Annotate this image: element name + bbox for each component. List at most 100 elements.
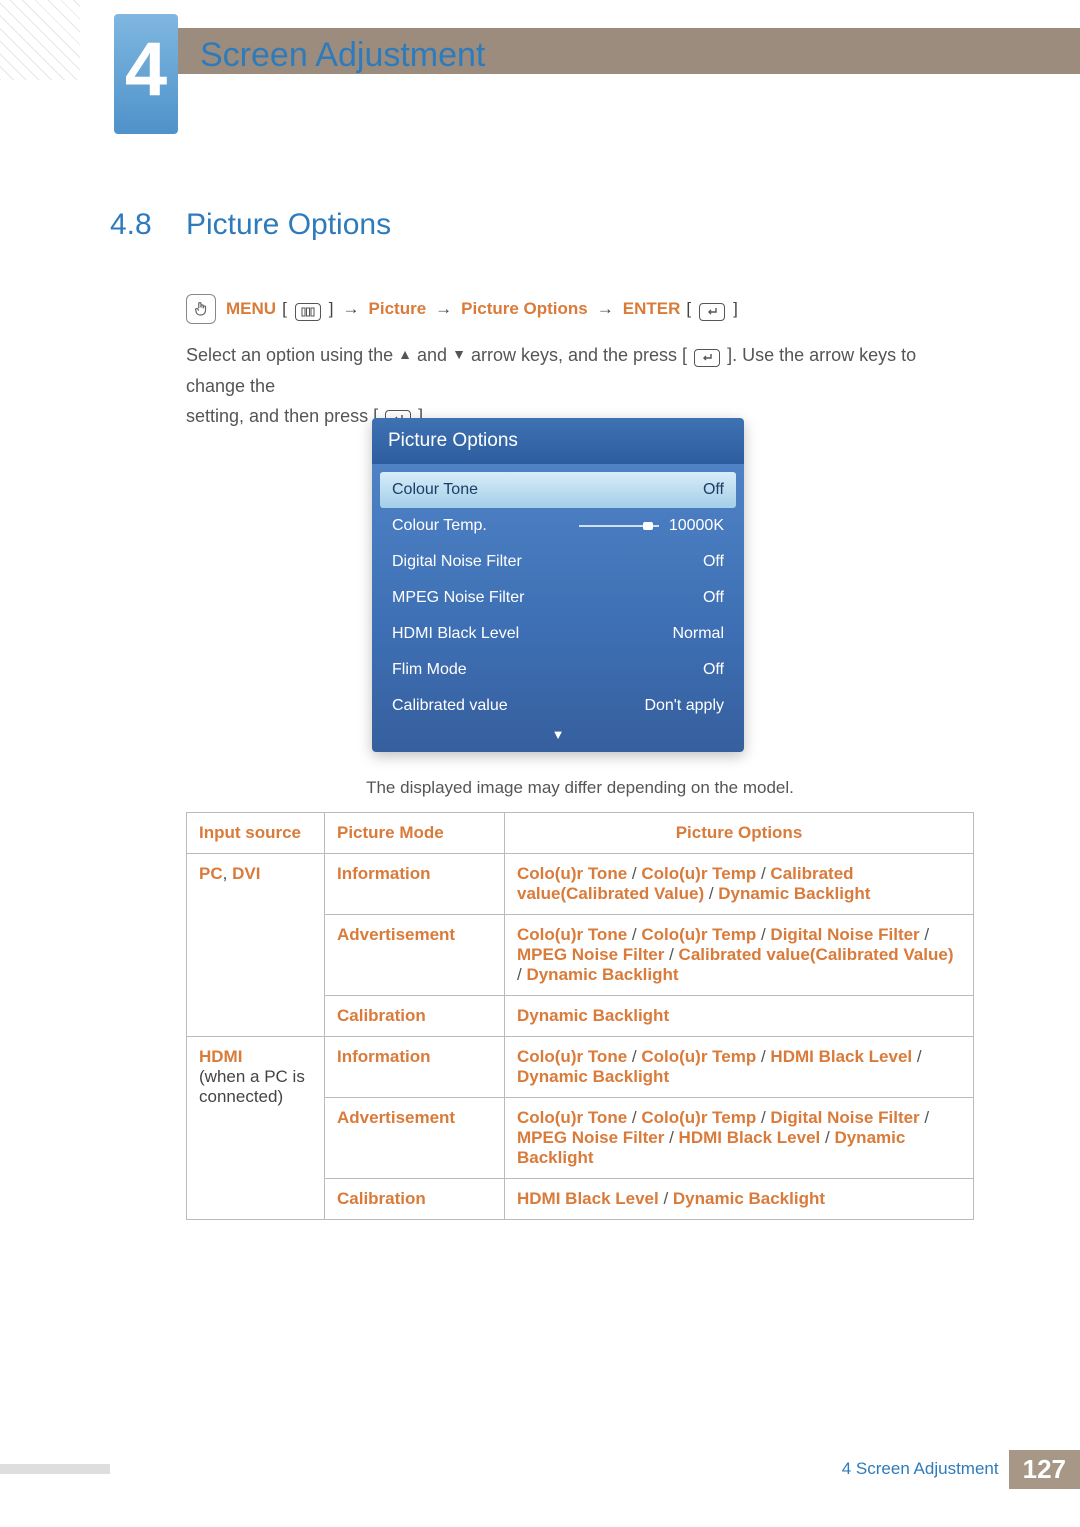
table-row: HDMI (when a PC is connected) Informatio… — [187, 1037, 974, 1098]
enter-icon — [699, 303, 725, 321]
page-number: 127 — [1009, 1450, 1080, 1489]
col-picture-options: Picture Options — [505, 813, 974, 854]
breadcrumb: MENU [ ] → Picture → Picture Options → E… — [186, 294, 738, 324]
text-fragment: HDMI — [199, 1047, 242, 1066]
cell-picture-options: HDMI Black Level / Dynamic Backlight — [505, 1179, 974, 1220]
breadcrumb-enter: ENTER — [623, 299, 681, 319]
enter-icon — [694, 349, 720, 367]
osd-title: Picture Options — [372, 418, 744, 464]
osd-row-value: Off — [703, 481, 724, 499]
breadcrumb-bracket-close: ] — [329, 299, 334, 319]
text-fragment: Digital Noise Filter — [770, 1108, 919, 1127]
cell-picture-options: Colo(u)r Tone / Colo(u)r Temp / HDMI Bla… — [505, 1037, 974, 1098]
text-fragment: HDMI Black Level — [517, 1189, 659, 1208]
cell-input-source-hdmi: HDMI (when a PC is connected) — [187, 1037, 325, 1220]
text-fragment: Colo(u)r Tone — [517, 1047, 627, 1066]
osd-row-hdmi-black-level[interactable]: HDMI Black Level Normal — [380, 616, 736, 652]
text-fragment: Digital Noise Filter — [770, 925, 919, 944]
hand-pointer-icon — [186, 294, 216, 324]
arrow-icon: → — [594, 299, 617, 319]
section-number: 4.8 — [110, 208, 152, 242]
cell-picture-options: Colo(u)r Tone / Colo(u)r Temp / Digital … — [505, 915, 974, 996]
menu-grid-icon — [295, 303, 321, 321]
osd-caption: The displayed image may differ depending… — [186, 778, 974, 798]
cell-picture-options: Dynamic Backlight — [505, 996, 974, 1037]
text-fragment: Dynamic Backlight — [718, 884, 870, 903]
down-arrow-icon: ▼ — [452, 346, 466, 362]
osd-row-value: 10000K — [669, 517, 724, 535]
osd-scroll-down-icon[interactable]: ▼ — [380, 724, 736, 750]
text-fragment: ) — [948, 945, 954, 964]
cell-picture-mode: Calibration — [325, 1179, 505, 1220]
table-row: PC, DVI Information Colo(u)r Tone / Colo… — [187, 854, 974, 915]
section-title: Picture Options — [186, 208, 391, 242]
cell-picture-options: Colo(u)r Tone / Colo(u)r Temp / Calibrat… — [505, 854, 974, 915]
osd-row-film-mode[interactable]: Flim Mode Off — [380, 652, 736, 688]
osd-row-value: Off — [703, 553, 724, 571]
corner-hatching — [0, 0, 80, 80]
breadcrumb-menu: MENU — [226, 299, 276, 319]
page-footer: 4 Screen Adjustment 127 — [0, 1451, 1080, 1487]
text-fragment: Colo(u)r Temp — [641, 1108, 756, 1127]
osd-row-label: Colour Temp. — [392, 517, 487, 535]
text-fragment: , — [223, 864, 232, 883]
osd-row-digital-noise-filter[interactable]: Digital Noise Filter Off — [380, 544, 736, 580]
cell-picture-mode: Calibration — [325, 996, 505, 1037]
osd-row-mpeg-noise-filter[interactable]: MPEG Noise Filter Off — [380, 580, 736, 616]
col-input-source: Input source — [187, 813, 325, 854]
text-fragment: MPEG Noise Filter — [517, 1128, 664, 1147]
osd-list: Colour Tone Off Colour Temp. 10000K Digi… — [372, 464, 744, 752]
chapter-number: 4 — [125, 32, 167, 108]
slider-track[interactable] — [579, 525, 659, 527]
text-fragment: arrow keys, and the press [ — [471, 345, 687, 365]
osd-row-value: Off — [703, 589, 724, 607]
text-fragment: Dynamic Backlight — [526, 965, 678, 984]
osd-row-colour-temp[interactable]: Colour Temp. 10000K — [380, 508, 736, 544]
arrow-icon: → — [340, 299, 363, 319]
text-fragment: Dynamic Backlight — [517, 1067, 669, 1086]
slider-knob[interactable] — [643, 522, 653, 530]
cell-picture-mode: Advertisement — [325, 915, 505, 996]
picture-options-table: Input source Picture Mode Picture Option… — [186, 812, 974, 1220]
osd-row-label: Digital Noise Filter — [392, 553, 522, 571]
text-fragment: (when a PC is connected) — [199, 1067, 305, 1106]
text-fragment: Advertisement — [337, 925, 455, 944]
breadcrumb-bracket-close: ] — [733, 299, 738, 319]
text-fragment: Calibrated value — [679, 945, 810, 964]
cell-picture-mode: Information — [325, 854, 505, 915]
breadcrumb-picture-options: Picture Options — [461, 299, 588, 319]
osd-row-label: Flim Mode — [392, 661, 467, 679]
text-fragment: Colo(u)r Tone — [517, 925, 627, 944]
cell-input-source-pc-dvi: PC, DVI — [187, 854, 325, 1037]
text-fragment: and — [417, 345, 452, 365]
arrow-icon: → — [432, 299, 455, 319]
text-fragment: MPEG Noise Filter — [517, 945, 664, 964]
text-fragment: Calibration — [337, 1006, 426, 1025]
osd-row-value: Normal — [672, 625, 724, 643]
text-fragment: Select an option using the — [186, 345, 398, 365]
osd-row-colour-tone[interactable]: Colour Tone Off — [380, 472, 736, 508]
text-fragment: DVI — [232, 864, 260, 883]
text-fragment: PC — [199, 864, 223, 883]
text-fragment: HDMI Black Level — [770, 1047, 912, 1066]
text-fragment: Dynamic Backlight — [673, 1189, 825, 1208]
text-fragment: Colo(u)r Tone — [517, 1108, 627, 1127]
cell-picture-mode: Information — [325, 1037, 505, 1098]
text-fragment: Colo(u)r Tone — [517, 864, 627, 883]
osd-row-value: Don't apply — [644, 697, 724, 715]
text-fragment: Calibrated Value — [566, 884, 698, 903]
text-fragment: Colo(u)r Temp — [641, 1047, 756, 1066]
text-fragment: setting, and then press [ — [186, 406, 378, 426]
osd-row-calibrated-value[interactable]: Calibrated value Don't apply — [380, 688, 736, 724]
breadcrumb-picture: Picture — [369, 299, 427, 319]
osd-row-slider-value: 10000K — [579, 517, 724, 535]
text-fragment: Colo(u)r Temp — [641, 925, 756, 944]
footer-chapter-title: 4 Screen Adjustment — [842, 1459, 999, 1479]
text-fragment: Dynamic Backlight — [517, 1006, 669, 1025]
footer-stripe — [0, 1464, 110, 1474]
text-fragment: Calibrated Value — [816, 945, 948, 964]
table-header-row: Input source Picture Mode Picture Option… — [187, 813, 974, 854]
breadcrumb-bracket-open: [ — [686, 299, 691, 319]
text-fragment: Advertisement — [337, 1108, 455, 1127]
cell-picture-mode: Advertisement — [325, 1098, 505, 1179]
